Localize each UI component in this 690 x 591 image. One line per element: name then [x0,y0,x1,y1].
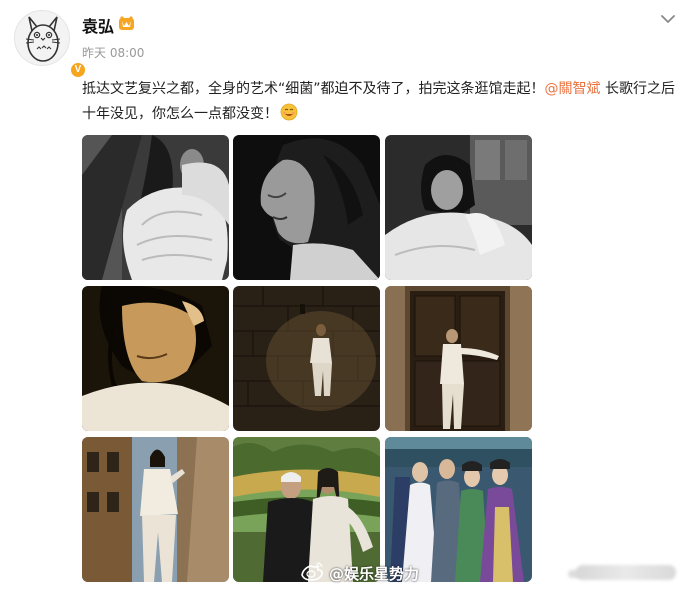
photo-7[interactable] [82,437,229,582]
photo-1[interactable] [82,135,229,280]
smile-emoji-icon [280,103,298,121]
avatar[interactable]: V [14,10,87,79]
menu-chevron-icon[interactable] [660,10,676,29]
photo-5[interactable] [233,286,380,431]
blurred-overlay-text [576,565,676,580]
post-timestamp[interactable]: 昨天 08:00 [82,44,144,61]
watermark: @娱乐星势力 [300,561,419,585]
mention-link[interactable]: @關智斌 [545,81,601,97]
totoro-avatar-icon [25,16,61,62]
post-text-main: 抵达文艺复兴之都，全身的艺术“细菌”都迫不及待了，拍完这条逛馆走起！ [82,81,545,97]
weibo-logo-icon [300,561,324,585]
username[interactable]: 袁弘 [82,13,114,37]
post-text: 抵达文艺复兴之都，全身的艺术“细菌”都迫不及待了，拍完这条逛馆走起！@關智斌 长… [82,77,678,127]
photo-4[interactable] [82,286,229,431]
photo-3[interactable] [385,135,532,280]
photo-2[interactable] [233,135,380,280]
photo-6[interactable] [385,286,532,431]
member-crown-icon[interactable] [118,15,135,35]
watermark-text: @娱乐星势力 [329,564,420,583]
